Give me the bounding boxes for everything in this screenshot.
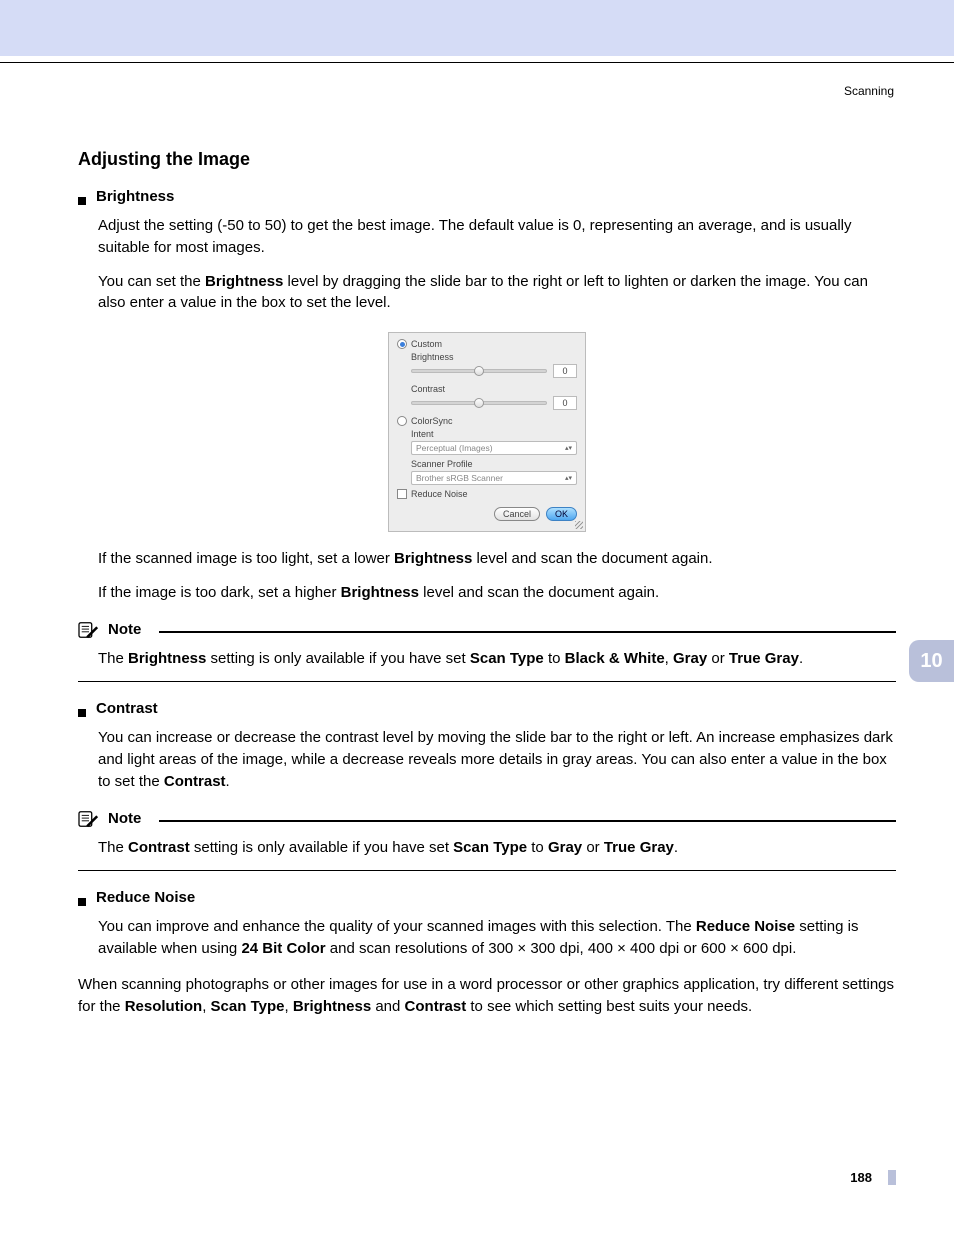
checkbox-reduce-noise-icon [397,489,407,499]
label-reduce-noise: Reduce Noise [411,489,468,499]
heading-brightness: Brightness [96,188,174,205]
reduce-noise-p: You can improve and enhance the quality … [98,916,896,960]
square-bullet-icon [78,197,86,205]
square-bullet-icon [78,898,86,906]
square-bullet-icon [78,709,86,717]
slider-thumb-icon [474,398,484,408]
label-fig-brightness: Brightness [411,352,577,362]
top-rule [0,62,954,63]
dropdown-scanner-profile: Brother sRGB Scanner▴▾ [411,471,577,485]
page-number-accent [888,1170,896,1185]
resize-grip-icon [575,521,583,529]
header-section-label: Scanning [844,84,894,98]
note2-body: The Contrast setting is only available i… [98,837,896,859]
note-pencil-icon [78,620,100,640]
value-contrast: 0 [553,396,577,410]
label-fig-contrast: Contrast [411,384,577,394]
ok-button: OK [546,507,577,521]
updown-arrows-icon: ▴▾ [565,445,572,452]
dropdown-intent: Perceptual (Images)▴▾ [411,441,577,455]
radio-colorsync-icon [397,416,407,426]
brightness-after2: If the image is too dark, set a higher B… [98,582,896,604]
note-title: Note [108,810,141,827]
label-colorsync: ColorSync [411,416,453,426]
note-rule [159,631,896,633]
page-number: 188 [850,1170,872,1185]
label-custom: Custom [411,339,442,349]
bullet-brightness: Brightness [78,188,896,205]
label-scanner-profile: Scanner Profile [411,459,577,469]
brightness-p1: Adjust the setting (-50 to 50) to get th… [98,215,896,259]
heading-reduce-noise: Reduce Noise [96,889,195,906]
bullet-reduce-noise: Reduce Noise [78,889,896,906]
updown-arrows-icon: ▴▾ [565,475,572,482]
value-brightness: 0 [553,364,577,378]
note-brightness: Note The Brightness setting is only avai… [78,620,896,683]
slider-contrast [411,401,547,405]
radio-custom-icon [397,339,407,349]
brightness-p2: You can set the Brightness level by drag… [98,271,896,315]
note-title: Note [108,621,141,638]
note-contrast: Note The Contrast setting is only availa… [78,809,896,872]
label-intent: Intent [411,429,577,439]
note1-body: The Brightness setting is only available… [98,648,896,670]
bullet-contrast: Contrast [78,700,896,717]
closing-paragraph: When scanning photographs or other image… [78,974,896,1018]
note-bottom-rule [78,870,896,871]
slider-thumb-icon [474,366,484,376]
note-pencil-icon [78,809,100,829]
heading-contrast: Contrast [96,700,158,717]
brightness-after1: If the scanned image is too light, set a… [98,548,896,570]
page-title: Adjusting the Image [78,149,896,170]
settings-dialog-figure: Custom Brightness 0 Contrast 0 ColorSync [388,332,586,532]
chapter-tab: 10 [909,640,954,682]
note-rule [159,820,896,822]
top-banner [0,0,954,56]
cancel-button: Cancel [494,507,540,521]
slider-brightness [411,369,547,373]
contrast-p: You can increase or decrease the contras… [98,727,896,792]
note-bottom-rule [78,681,896,682]
